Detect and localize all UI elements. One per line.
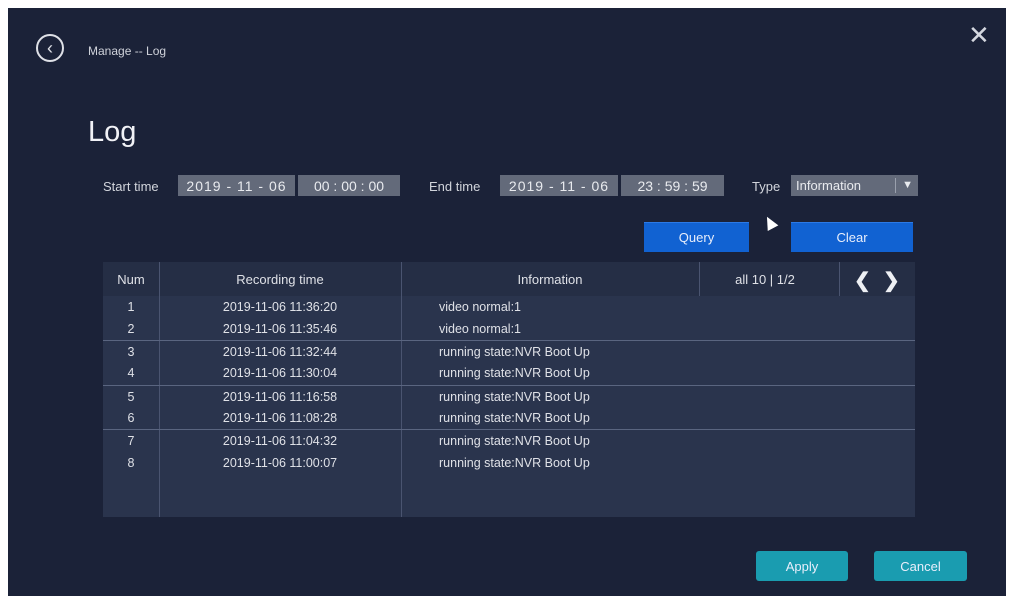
- column-divider: [839, 262, 840, 296]
- pagination-info: all 10 | 1/2: [735, 271, 795, 287]
- column-header-recording-time: Recording time: [236, 271, 324, 287]
- clear-button[interactable]: Clear: [791, 222, 913, 252]
- row-info: running state:NVR Boot Up: [439, 366, 590, 380]
- type-select[interactable]: Information ▼: [791, 175, 918, 196]
- row-num: 6: [127, 411, 135, 425]
- table-row[interactable]: 8 2019-11-06 11:00:07 running state:NVR …: [103, 452, 915, 474]
- row-time: 2019-11-06 11:35:46: [222, 322, 338, 336]
- log-screen: ‹ Manage -- Log ✕ Log Start time 2019 - …: [8, 8, 1006, 596]
- prev-page-icon[interactable]: ❮: [854, 268, 871, 293]
- row-info: running state:NVR Boot Up: [439, 456, 590, 470]
- table-header: Num Recording time Information all 10 | …: [103, 262, 915, 296]
- close-icon[interactable]: ✕: [968, 22, 990, 48]
- start-time-field[interactable]: 00 : 00 : 00: [298, 175, 400, 196]
- row-time: 2019-11-06 11:32:44: [222, 345, 338, 359]
- row-info: video normal:1: [439, 300, 521, 314]
- row-time: 2019-11-06 11:04:32: [222, 434, 338, 448]
- type-label: Type: [752, 179, 781, 194]
- row-info: running state:NVR Boot Up: [439, 390, 590, 404]
- log-table: Num Recording time Information all 10 | …: [103, 262, 915, 517]
- chevron-down-icon: ▼: [902, 179, 913, 191]
- row-time: 2019-11-06 11:36:20: [222, 300, 338, 314]
- end-date-field[interactable]: 2019 - 11 - 06: [500, 175, 618, 196]
- row-time: 2019-11-06 11:30:04: [222, 366, 338, 380]
- end-time-field[interactable]: 23 : 59 : 59: [621, 175, 724, 196]
- table-row[interactable]: 3 2019-11-06 11:32:44 running state:NVR …: [103, 340, 915, 363]
- cancel-button[interactable]: Cancel: [874, 551, 967, 581]
- row-num: 3: [127, 345, 135, 359]
- select-divider: [895, 178, 896, 193]
- row-time: 2019-11-06 11:08:28: [222, 411, 338, 425]
- back-icon[interactable]: ‹: [36, 34, 64, 62]
- row-num: 4: [127, 366, 135, 380]
- query-button[interactable]: Query: [644, 222, 749, 252]
- row-info: video normal:1: [439, 322, 521, 336]
- table-row[interactable]: 2 2019-11-06 11:35:46 video normal:1: [103, 318, 915, 340]
- row-time: 2019-11-06 11:00:07: [222, 456, 338, 470]
- row-time: 2019-11-06 11:16:58: [222, 390, 338, 404]
- end-time-label: End time: [429, 179, 481, 194]
- type-select-value: Information: [796, 178, 862, 193]
- row-info: running state:NVR Boot Up: [439, 434, 590, 448]
- breadcrumb: Manage -- Log: [88, 44, 167, 58]
- page-title: Log: [88, 116, 137, 148]
- table-row[interactable]: 5 2019-11-06 11:16:58 running state:NVR …: [103, 385, 915, 408]
- row-num: 5: [127, 390, 135, 404]
- row-info: running state:NVR Boot Up: [439, 411, 590, 425]
- column-header-num: Num: [117, 271, 145, 287]
- start-date-field[interactable]: 2019 - 11 - 06: [178, 175, 295, 196]
- column-header-information: Information: [517, 271, 583, 287]
- mouse-cursor-icon: [761, 213, 779, 232]
- table-row[interactable]: 6 2019-11-06 11:08:28 running state:NVR …: [103, 407, 915, 429]
- row-num: 8: [127, 456, 135, 470]
- table-row[interactable]: 4 2019-11-06 11:30:04 running state:NVR …: [103, 362, 915, 384]
- row-num: 7: [127, 434, 135, 448]
- apply-button[interactable]: Apply: [756, 551, 848, 581]
- row-num: 1: [127, 300, 135, 314]
- table-row[interactable]: 7 2019-11-06 11:04:32 running state:NVR …: [103, 429, 915, 452]
- table-row[interactable]: 1 2019-11-06 11:36:20 video normal:1: [103, 296, 915, 318]
- row-info: running state:NVR Boot Up: [439, 345, 590, 359]
- start-time-label: Start time: [103, 179, 159, 194]
- column-divider: [699, 262, 700, 296]
- next-page-icon[interactable]: ❯: [883, 268, 900, 293]
- row-num: 2: [127, 322, 135, 336]
